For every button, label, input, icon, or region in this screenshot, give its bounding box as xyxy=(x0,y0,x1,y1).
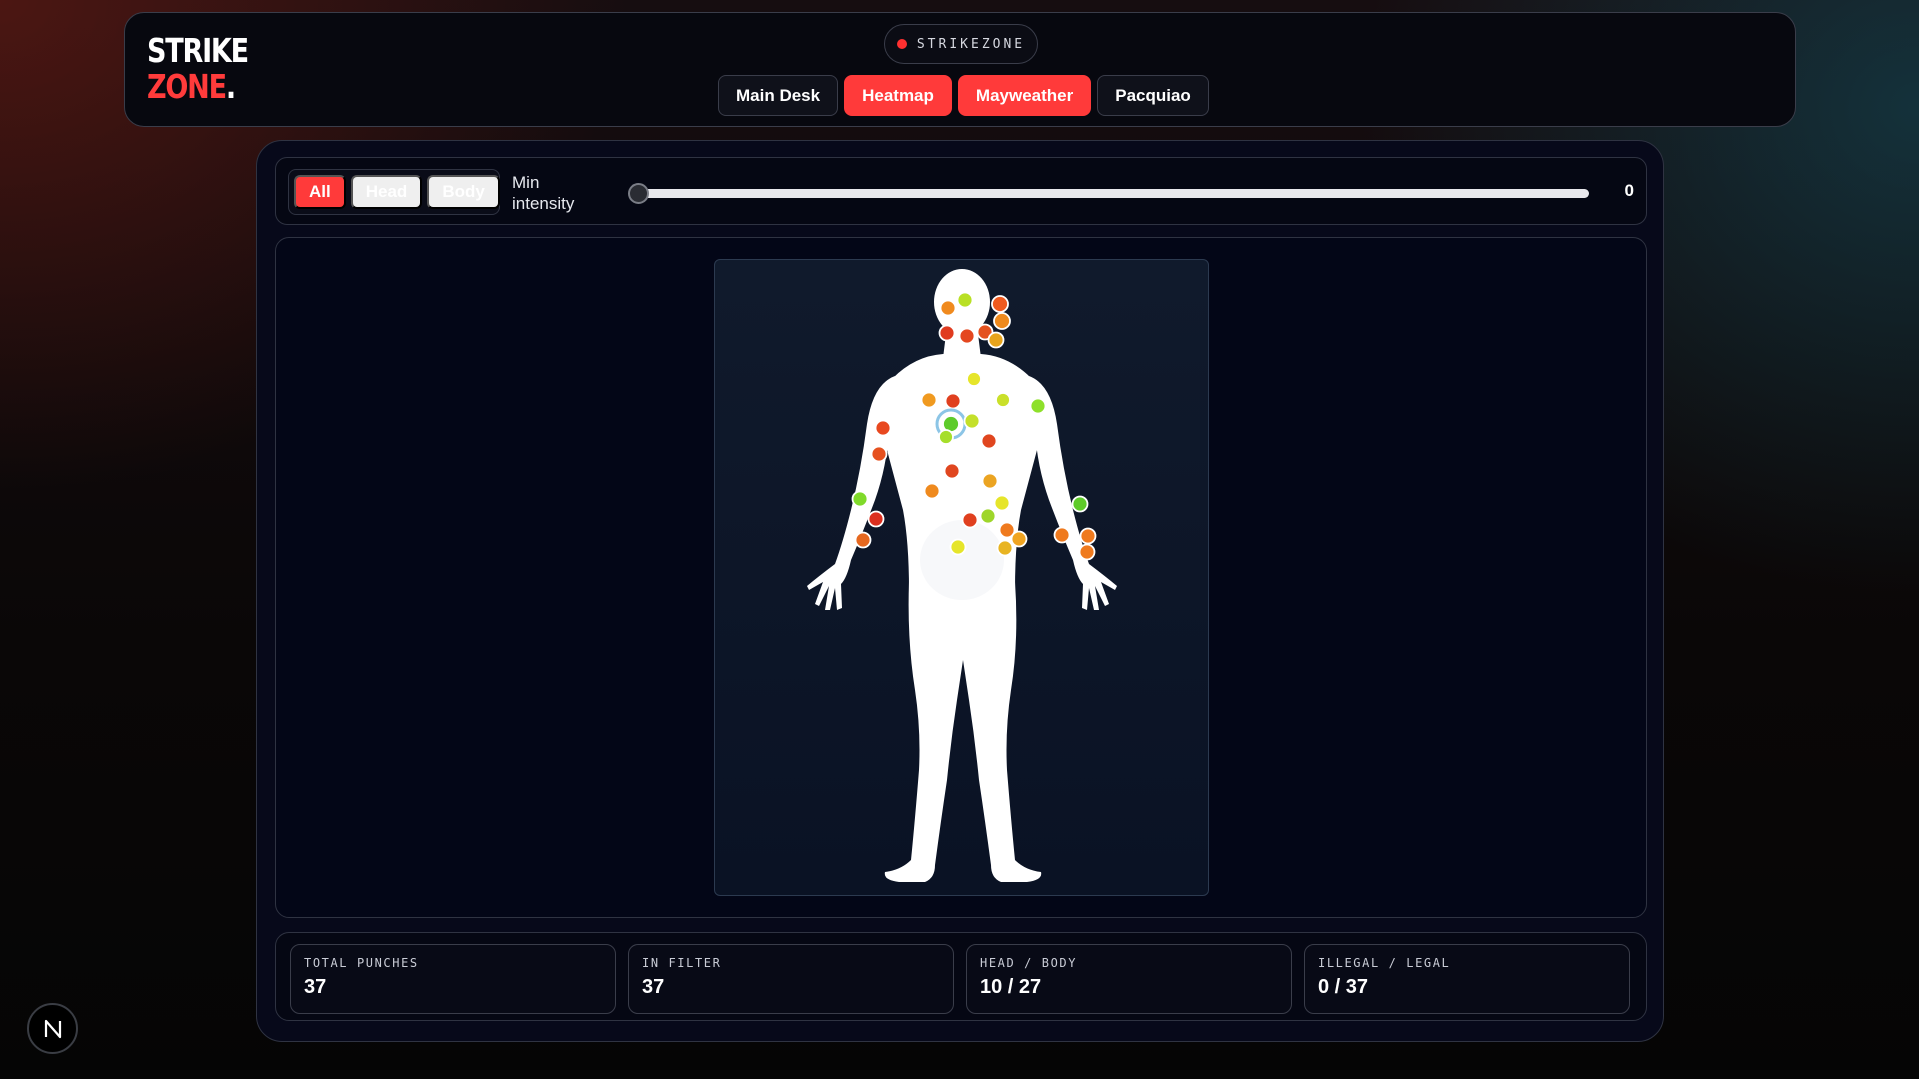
impact-marker[interactable] xyxy=(854,531,872,549)
filter-all[interactable]: All xyxy=(294,175,346,209)
impact-marker[interactable] xyxy=(943,462,961,480)
stat-value: 0 / 37 xyxy=(1318,976,1369,998)
impact-marker[interactable] xyxy=(963,412,981,430)
stat-total-punches: TOTAL PUNCHES 37 xyxy=(290,944,616,1014)
n-glyph-icon xyxy=(44,1019,61,1038)
impact-marker[interactable] xyxy=(1071,495,1089,513)
impact-marker[interactable] xyxy=(938,429,954,445)
heatmap-panel: All Head Body Min intensity 0 TOTAL PUNC… xyxy=(256,140,1664,1042)
nav-heatmap[interactable]: Heatmap xyxy=(844,75,952,116)
stat-value: 10 / 27 xyxy=(980,976,1042,998)
logo-line-1: STRIKE xyxy=(147,31,249,70)
impact-marker[interactable] xyxy=(923,482,941,500)
impact-marker[interactable] xyxy=(1079,527,1097,545)
impact-marker[interactable] xyxy=(958,327,976,345)
main-nav: Main Desk Heatmap Mayweather Pacquiao xyxy=(718,75,1209,116)
intensity-slider-handle[interactable] xyxy=(628,183,649,204)
app-header: STRIKE ZONE. STRIKEZONE Main Desk Heatma… xyxy=(124,12,1796,127)
impact-marker[interactable] xyxy=(944,392,962,410)
body-map-frame xyxy=(714,259,1209,896)
human-body-silhouette-icon xyxy=(807,269,1117,882)
impact-marker[interactable] xyxy=(870,445,888,463)
min-intensity-label-line-1: Min xyxy=(512,173,540,192)
impact-marker[interactable] xyxy=(851,490,869,508)
stat-in-filter: IN FILTER 37 xyxy=(628,944,954,1014)
impact-marker[interactable] xyxy=(966,371,982,387)
impact-marker[interactable] xyxy=(981,472,999,490)
impact-marker[interactable] xyxy=(993,494,1011,512)
stat-label: TOTAL PUNCHES xyxy=(304,956,419,970)
logo-line-2: ZONE. xyxy=(147,67,236,106)
impact-marker[interactable] xyxy=(979,507,997,525)
impact-marker[interactable] xyxy=(991,295,1009,313)
min-intensity-label-line-2: intensity xyxy=(512,194,575,213)
impact-marker[interactable] xyxy=(1078,543,1096,561)
target-filter: All Head Body xyxy=(288,169,500,215)
min-intensity-value: 0 xyxy=(1624,181,1634,200)
stat-illegal-legal: ILLEGAL / LEGAL 0 / 37 xyxy=(1304,944,1630,1014)
filter-bar: All Head Body Min intensity 0 xyxy=(275,157,1647,225)
heatmap-canvas xyxy=(275,237,1647,918)
impact-marker[interactable] xyxy=(995,392,1011,408)
impact-marker[interactable] xyxy=(980,432,998,450)
n-logo-icon[interactable] xyxy=(27,1003,78,1054)
impact-marker[interactable] xyxy=(993,312,1011,330)
impact-marker[interactable] xyxy=(867,510,885,528)
impact-marker[interactable] xyxy=(996,539,1014,557)
brand-badge: STRIKEZONE xyxy=(884,24,1038,64)
stats-bar: TOTAL PUNCHES 37 IN FILTER 37 HEAD / BOD… xyxy=(275,932,1647,1021)
nav-main-desk[interactable]: Main Desk xyxy=(718,75,839,116)
impact-marker[interactable] xyxy=(961,511,979,529)
filter-body[interactable]: Body xyxy=(427,175,500,209)
stat-value: 37 xyxy=(642,976,665,998)
stat-head-body: HEAD / BODY 10 / 27 xyxy=(966,944,1292,1014)
impact-marker[interactable] xyxy=(949,538,967,556)
stat-label: ILLEGAL / LEGAL xyxy=(1318,956,1451,970)
impact-marker[interactable] xyxy=(1053,526,1071,544)
impact-marker[interactable] xyxy=(1010,530,1028,548)
nav-mayweather[interactable]: Mayweather xyxy=(957,75,1092,116)
nav-pacquiao[interactable]: Pacquiao xyxy=(1097,75,1209,116)
stat-value: 37 xyxy=(304,976,327,998)
impact-marker[interactable] xyxy=(1029,397,1047,415)
live-dot-icon xyxy=(896,39,907,49)
impact-marker[interactable] xyxy=(987,331,1005,349)
app-logo[interactable]: STRIKE ZONE. xyxy=(147,31,249,106)
impact-marker[interactable] xyxy=(938,324,956,342)
stat-label: HEAD / BODY xyxy=(980,956,1078,970)
impact-marker[interactable] xyxy=(956,291,974,309)
impact-marker[interactable] xyxy=(920,391,938,409)
stat-label: IN FILTER xyxy=(642,956,722,970)
brand-label: STRIKEZONE xyxy=(916,36,1026,52)
impact-marker[interactable] xyxy=(939,299,957,317)
impact-marker[interactable] xyxy=(874,419,892,437)
intensity-slider-track[interactable] xyxy=(631,189,1589,198)
filter-head[interactable]: Head xyxy=(350,175,423,209)
min-intensity-label: Min intensity xyxy=(512,172,574,214)
